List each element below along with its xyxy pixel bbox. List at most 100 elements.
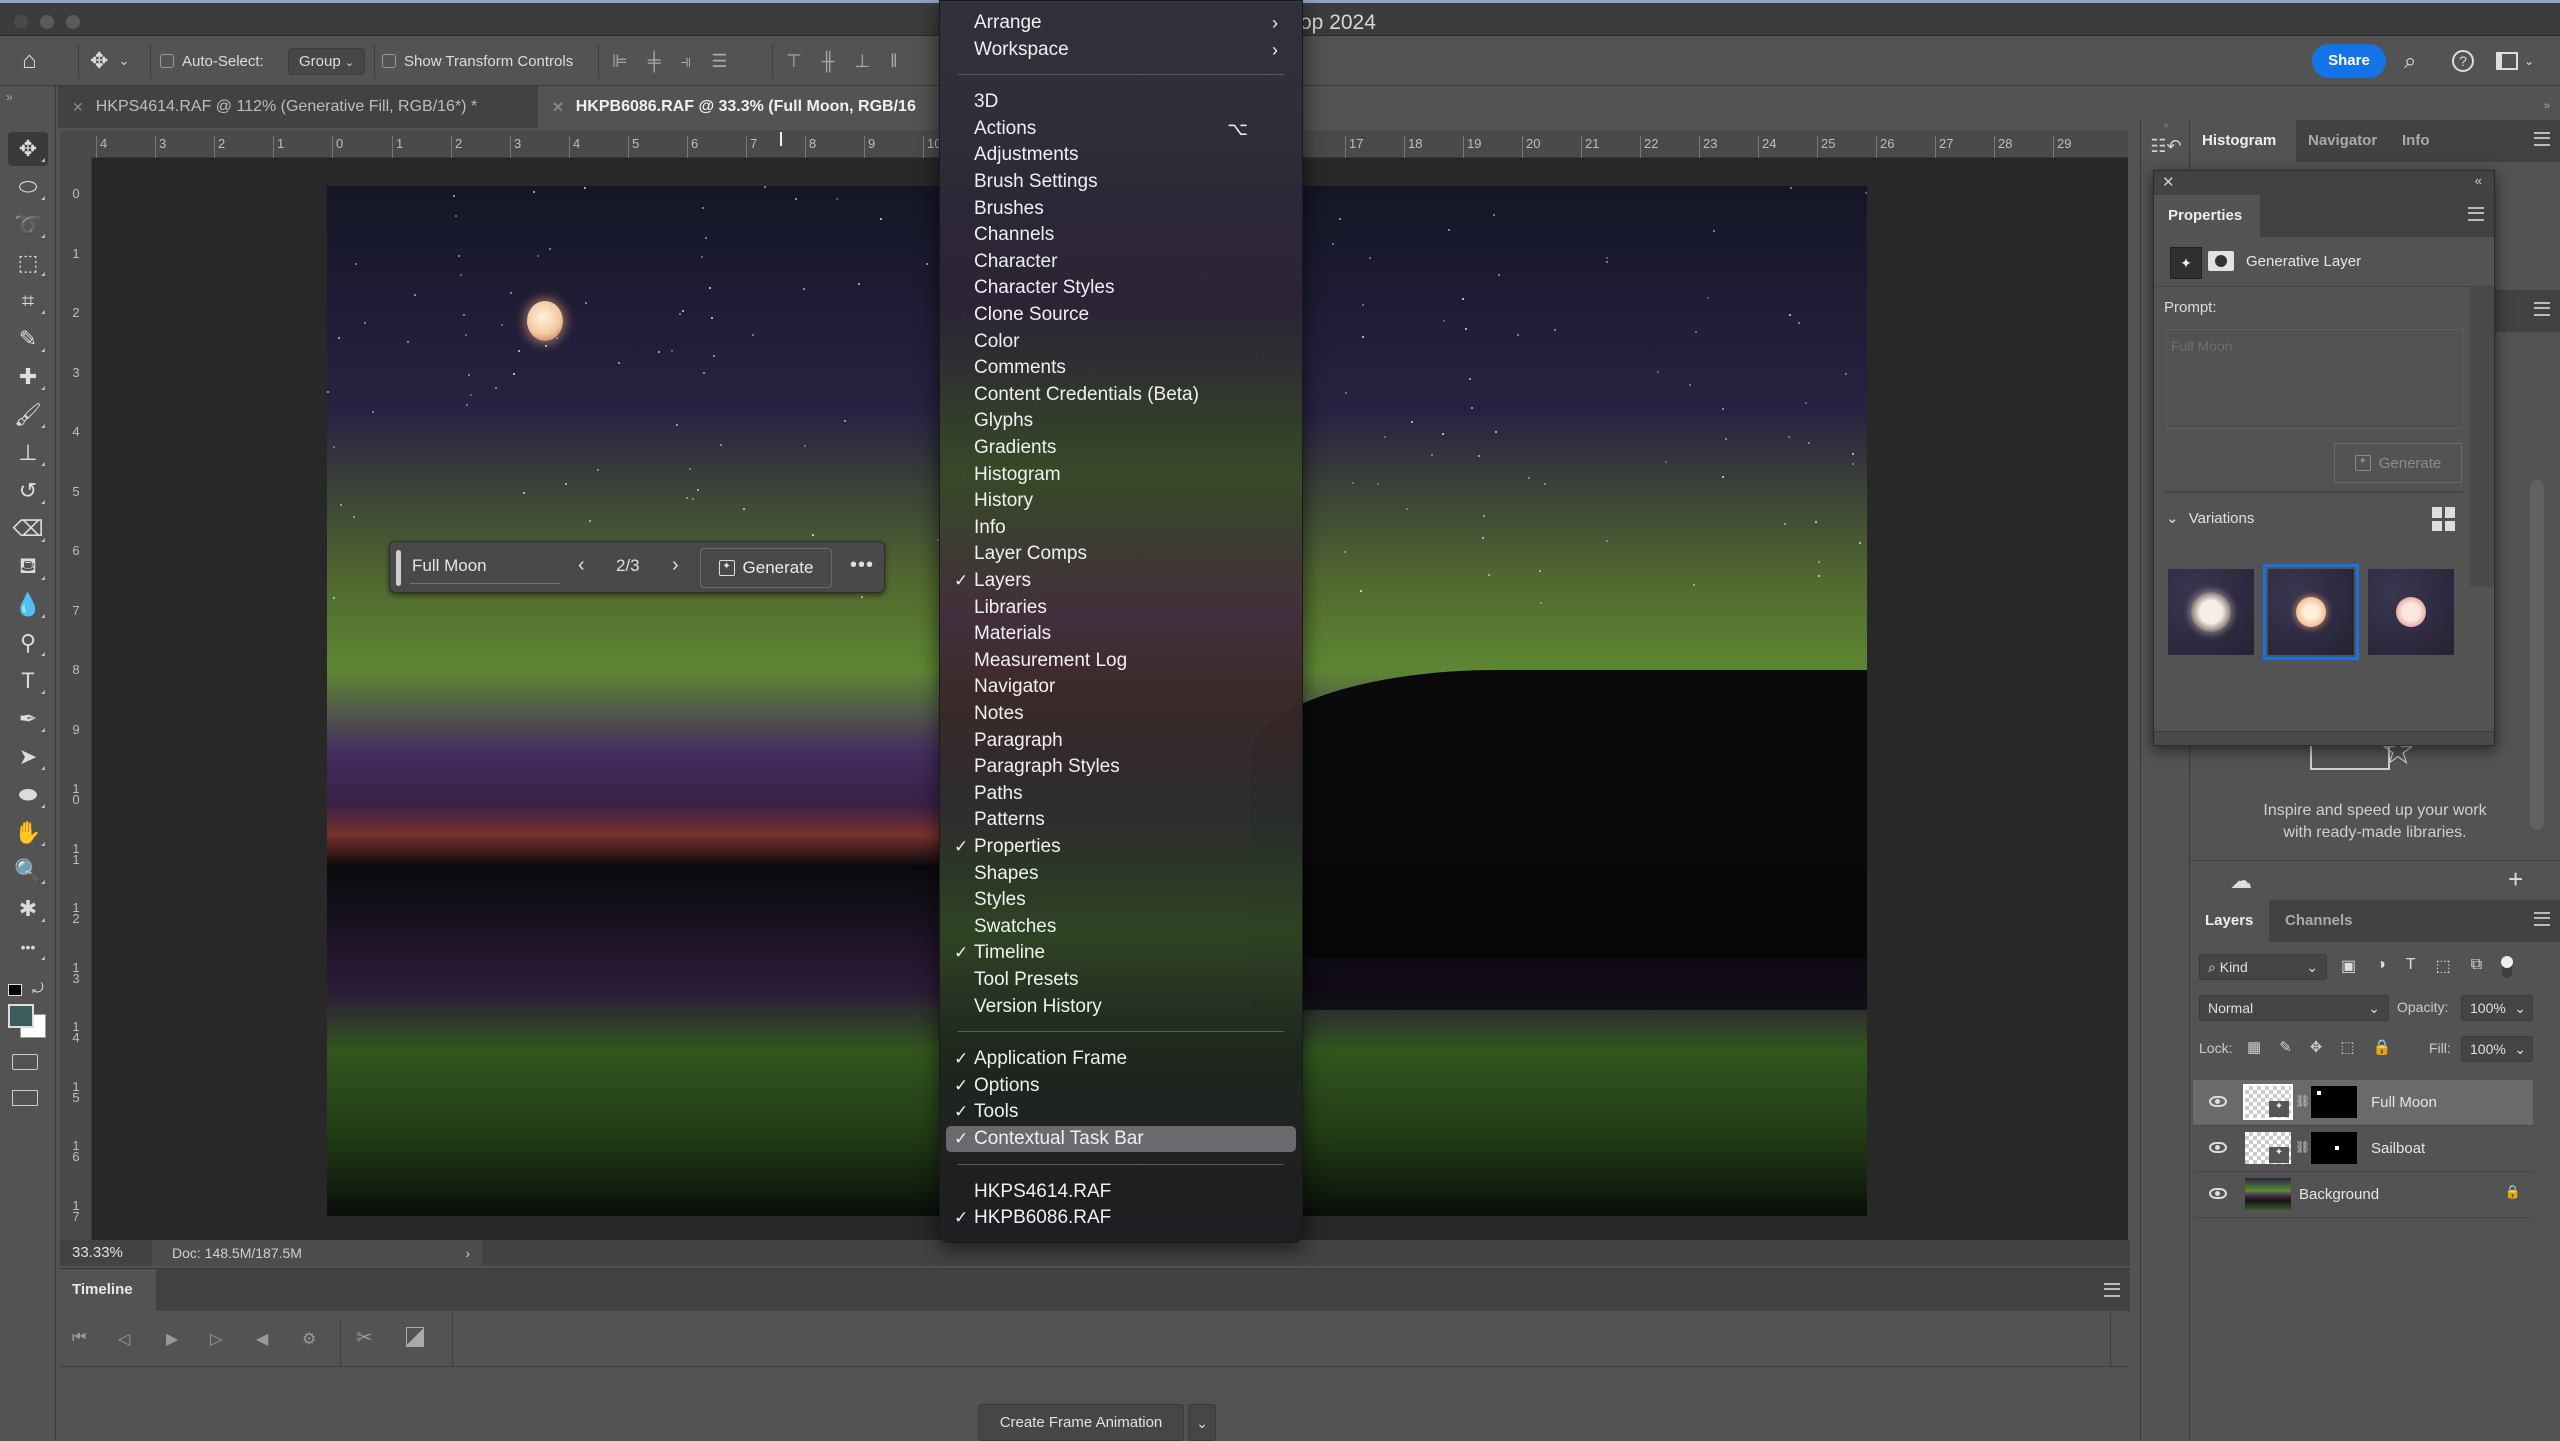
workspace-switcher[interactable]: ⌄ [2496,36,2534,86]
expand-panels-icon[interactable]: » [2544,100,2550,112]
lock-all-icon[interactable]: 🔒 [2373,1038,2392,1056]
lasso-tool[interactable]: ➰ [8,208,48,242]
doc-tab-hkpb6086[interactable]: ✕ HKPB6086.RAF @ 33.3% (Full Moon, RGB/1… [538,86,2130,128]
default-colors-icon[interactable] [8,984,22,996]
variation-thumbnail-2[interactable] [2263,564,2359,660]
show-transform-controls-checkbox[interactable] [382,54,396,68]
layer-row-background[interactable]: Background 🔒 [2193,1172,2533,1218]
mask-link-icon[interactable]: ⛓ [2295,1140,2310,1154]
menu-item-navigator[interactable]: Navigator [946,674,1296,700]
taskbar-drag-handle[interactable] [396,550,401,586]
doc-tab-hkps4614[interactable]: ✕ HKPS4614.RAF @ 112% (Generative Fill, … [58,86,538,128]
menu-item-histogram[interactable]: Histogram [946,462,1296,488]
align-top-icon[interactable]: ⊤ [786,51,802,72]
menu-item-patterns[interactable]: Patterns [946,807,1296,833]
pen-tool[interactable]: ✒ [8,702,48,736]
home-button[interactable]: ⌂ [22,36,37,86]
animation-type-dropdown[interactable]: ⌄ [1188,1404,1216,1441]
help-button[interactable]: ? [2452,36,2474,86]
tab-properties[interactable]: Properties [2154,195,2260,237]
share-button[interactable]: Share [2312,44,2386,78]
expand-toolbar-icon[interactable]: » [6,90,13,104]
brush-tool[interactable]: 🖌 [8,398,48,432]
type-layer-filter-icon[interactable]: T [2406,956,2416,978]
opacity-input[interactable]: 100% ⌄ [2461,995,2533,1021]
layer-row-full-moon[interactable]: ✦ ⛓ Full Moon [2193,1080,2533,1126]
menu-item-character[interactable]: Character [946,249,1296,275]
layer-filter-kind[interactable]: ⌕ Kind ⌄ [2199,954,2327,980]
swap-colors-icon[interactable]: ⤾ [32,980,44,997]
eraser-tool[interactable]: ⌫ [8,512,48,546]
timeline-tab[interactable]: Timeline [60,1269,156,1311]
lock-transparent-pixels-icon[interactable]: ▦ [2247,1038,2261,1056]
libraries-scrollbar[interactable] [2530,480,2544,830]
eyedropper-tool[interactable]: ✎ [8,322,48,356]
remove-tool[interactable]: ✱ [8,892,48,926]
type-tool[interactable]: T [8,664,48,698]
menu-item-contextual-task-bar[interactable]: ✓ Contextual Task Bar [946,1126,1296,1152]
previous-frame-icon[interactable]: ◁ [118,1329,130,1349]
visibility-eye-icon[interactable] [2209,1096,2227,1107]
foreground-color-swatch[interactable] [8,1004,34,1028]
menu-item-tool-presets[interactable]: Tool Presets [946,967,1296,993]
histogram-menu-icon[interactable] [2534,132,2550,146]
tab-navigator[interactable]: Navigator [2296,120,2389,162]
menu-item-arrange[interactable]: Arrange › [946,10,1296,36]
menu-item-channels[interactable]: Channels [946,222,1296,248]
collapse-panel-icon[interactable]: « [2475,173,2482,188]
menu-item-adjustments[interactable]: Adjustments [946,142,1296,168]
full-moon-layer[interactable] [527,301,563,341]
show-transform-controls-option[interactable]: Show Transform Controls [382,36,573,86]
layer-lock-icon[interactable]: 🔒 [2505,1184,2521,1200]
history-panel-icon[interactable]: ☷↶ [2149,136,2183,166]
menu-item-shapes[interactable]: Shapes [946,861,1296,887]
edit-toolbar[interactable]: ••• [8,930,48,964]
paint-bucket-tool[interactable]: ⛾ [8,550,48,584]
zoom-tool[interactable]: 🔍 [8,854,48,888]
properties-generate-button[interactable]: ✦ Generate [2334,443,2462,483]
auto-select-option[interactable]: Auto-Select: [160,36,264,86]
variation-thumbnail-1[interactable] [2168,569,2254,655]
menu-item-properties[interactable]: ✓ Properties [946,834,1296,860]
object-selection-tool[interactable]: ⬚ [8,246,48,280]
move-tool[interactable]: ✥ [8,132,48,166]
collapse-icon[interactable]: « [2141,120,2191,134]
first-frame-icon[interactable]: ⏮ [72,1329,86,1347]
pixel-layer-filter-icon[interactable]: ▣ [2341,956,2356,978]
properties-menu-icon[interactable] [2468,207,2484,221]
menu-item-styles[interactable]: Styles [946,887,1296,913]
menu-item-libraries[interactable]: Libraries [946,595,1296,621]
menu-item-paragraph-styles[interactable]: Paragraph Styles [946,754,1296,780]
layer-mask-thumbnail[interactable] [2311,1086,2357,1118]
settings-gear-icon[interactable]: ⚙ [302,1329,316,1349]
blend-mode-dropdown[interactable]: Normal ⌄ [2199,995,2389,1021]
visibility-eye-icon[interactable] [2209,1142,2227,1153]
align-horizontal-center-icon[interactable]: ╪ [648,51,661,72]
menu-item-tools[interactable]: ✓ Tools [946,1099,1296,1125]
cloud-icon[interactable]: ☁ [2230,868,2252,894]
history-brush-tool[interactable]: ↺ [8,474,48,508]
menu-item-hkpb6086-raf[interactable]: ✓ HKPB6086.RAF [946,1205,1296,1231]
taskbar-prompt-input[interactable]: Full Moon [410,552,560,584]
properties-scrollbar[interactable] [2470,287,2494,587]
menu-item-timeline[interactable]: ✓ Timeline [946,940,1296,966]
more-options-button[interactable]: ••• [850,554,874,577]
libraries-menu-icon[interactable] [2534,302,2550,316]
vertical-ruler[interactable]: 0 1 2 3 4 5 6 7 8 9 1 0 1 1 1 2 1 3 1 4 1 5 1 6 1 7 [60,158,92,1240]
tab-layers[interactable]: Layers [2193,900,2269,942]
path-selection-tool[interactable]: ➤ [8,740,48,774]
menu-item-character-styles[interactable]: Character Styles [946,275,1296,301]
menu-item-content-credentials-beta[interactable]: Content Credentials (Beta) [946,382,1296,408]
menu-item-notes[interactable]: Notes [946,701,1296,727]
auto-select-dropdown[interactable]: Group ⌄ [288,36,366,86]
distribute-horizontal-icon[interactable]: ‖ [890,51,897,72]
previous-variation-button[interactable]: ‹ [578,554,585,577]
tab-histogram[interactable]: Histogram [2190,120,2296,162]
panel-resize-handle[interactable] [2154,731,2494,745]
menu-item-brush-settings[interactable]: Brush Settings [946,169,1296,195]
filter-toggle[interactable] [2501,956,2514,978]
ruler-origin[interactable] [60,130,92,158]
audio-icon[interactable]: ◀ [256,1329,268,1349]
auto-select-checkbox[interactable] [160,54,174,68]
minimize-window-button[interactable] [40,15,54,29]
